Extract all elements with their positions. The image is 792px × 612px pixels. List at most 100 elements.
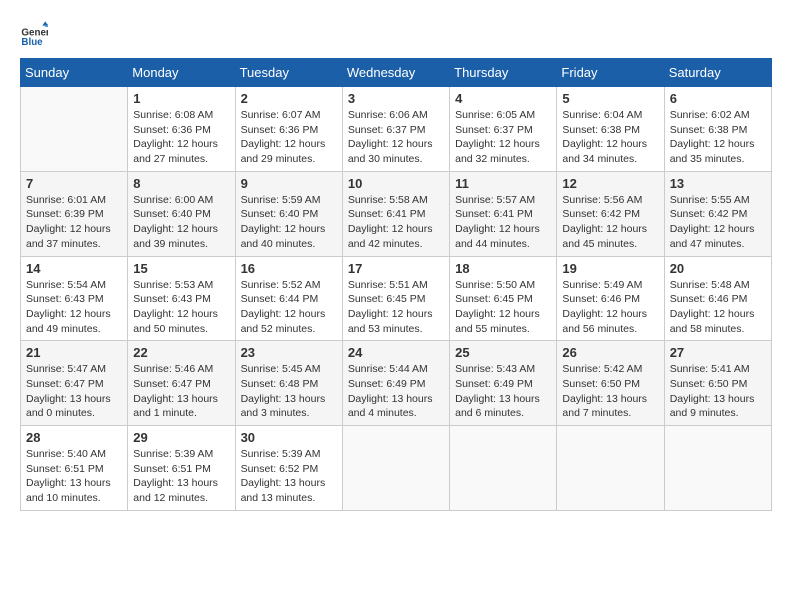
- day-info: Sunrise: 5:44 AM Sunset: 6:49 PM Dayligh…: [348, 362, 444, 421]
- day-info: Sunrise: 5:54 AM Sunset: 6:43 PM Dayligh…: [26, 278, 122, 337]
- day-info: Sunrise: 6:04 AM Sunset: 6:38 PM Dayligh…: [562, 108, 658, 167]
- weekday-header: Sunday: [21, 59, 128, 87]
- calendar-cell: 22 Sunrise: 5:46 AM Sunset: 6:47 PM Dayli…: [128, 341, 235, 426]
- calendar-cell: 6 Sunrise: 6:02 AM Sunset: 6:38 PM Daylig…: [664, 87, 771, 172]
- logo-icon: General Blue: [20, 20, 48, 48]
- day-number: 2: [241, 91, 337, 106]
- day-number: 8: [133, 176, 229, 191]
- calendar-cell: 10 Sunrise: 5:58 AM Sunset: 6:41 PM Dayli…: [342, 171, 449, 256]
- calendar-cell: 12 Sunrise: 5:56 AM Sunset: 6:42 PM Dayli…: [557, 171, 664, 256]
- day-info: Sunrise: 5:49 AM Sunset: 6:46 PM Dayligh…: [562, 278, 658, 337]
- day-number: 11: [455, 176, 551, 191]
- weekday-header: Tuesday: [235, 59, 342, 87]
- day-number: 27: [670, 345, 766, 360]
- day-number: 3: [348, 91, 444, 106]
- weekday-header: Wednesday: [342, 59, 449, 87]
- day-number: 4: [455, 91, 551, 106]
- day-info: Sunrise: 5:57 AM Sunset: 6:41 PM Dayligh…: [455, 193, 551, 252]
- day-info: Sunrise: 5:41 AM Sunset: 6:50 PM Dayligh…: [670, 362, 766, 421]
- weekday-header: Monday: [128, 59, 235, 87]
- day-info: Sunrise: 5:39 AM Sunset: 6:52 PM Dayligh…: [241, 447, 337, 506]
- day-info: Sunrise: 5:51 AM Sunset: 6:45 PM Dayligh…: [348, 278, 444, 337]
- calendar-cell: 30 Sunrise: 5:39 AM Sunset: 6:52 PM Dayli…: [235, 426, 342, 511]
- day-info: Sunrise: 5:46 AM Sunset: 6:47 PM Dayligh…: [133, 362, 229, 421]
- calendar-cell: 3 Sunrise: 6:06 AM Sunset: 6:37 PM Daylig…: [342, 87, 449, 172]
- day-info: Sunrise: 6:05 AM Sunset: 6:37 PM Dayligh…: [455, 108, 551, 167]
- calendar-cell: 15 Sunrise: 5:53 AM Sunset: 6:43 PM Dayli…: [128, 256, 235, 341]
- day-info: Sunrise: 5:56 AM Sunset: 6:42 PM Dayligh…: [562, 193, 658, 252]
- day-number: 17: [348, 261, 444, 276]
- day-number: 24: [348, 345, 444, 360]
- calendar-cell: 8 Sunrise: 6:00 AM Sunset: 6:40 PM Daylig…: [128, 171, 235, 256]
- day-number: 30: [241, 430, 337, 445]
- day-number: 6: [670, 91, 766, 106]
- calendar-cell: 14 Sunrise: 5:54 AM Sunset: 6:43 PM Dayli…: [21, 256, 128, 341]
- day-number: 10: [348, 176, 444, 191]
- calendar-cell: 18 Sunrise: 5:50 AM Sunset: 6:45 PM Dayli…: [450, 256, 557, 341]
- day-number: 19: [562, 261, 658, 276]
- day-info: Sunrise: 6:02 AM Sunset: 6:38 PM Dayligh…: [670, 108, 766, 167]
- calendar-cell: [21, 87, 128, 172]
- calendar-cell: 29 Sunrise: 5:39 AM Sunset: 6:51 PM Dayli…: [128, 426, 235, 511]
- calendar-cell: 28Sunrise: 5:40 AM Sunset: 6:51 PM Dayli…: [21, 426, 128, 511]
- day-number: 15: [133, 261, 229, 276]
- calendar-cell: 24 Sunrise: 5:44 AM Sunset: 6:49 PM Dayli…: [342, 341, 449, 426]
- weekday-header: Friday: [557, 59, 664, 87]
- day-number: 16: [241, 261, 337, 276]
- calendar-cell: [557, 426, 664, 511]
- day-info: Sunrise: 6:08 AM Sunset: 6:36 PM Dayligh…: [133, 108, 229, 167]
- day-number: 26: [562, 345, 658, 360]
- calendar-cell: 2 Sunrise: 6:07 AM Sunset: 6:36 PM Daylig…: [235, 87, 342, 172]
- day-info: Sunrise: 6:07 AM Sunset: 6:36 PM Dayligh…: [241, 108, 337, 167]
- day-number: 12: [562, 176, 658, 191]
- day-number: 5: [562, 91, 658, 106]
- day-info: Sunrise: 5:50 AM Sunset: 6:45 PM Dayligh…: [455, 278, 551, 337]
- calendar-cell: 11 Sunrise: 5:57 AM Sunset: 6:41 PM Dayli…: [450, 171, 557, 256]
- page-header: General Blue: [20, 20, 772, 48]
- logo: General Blue: [20, 20, 52, 48]
- day-info: Sunrise: 5:40 AM Sunset: 6:51 PM Dayligh…: [26, 447, 122, 506]
- day-info: Sunrise: 5:55 AM Sunset: 6:42 PM Dayligh…: [670, 193, 766, 252]
- day-info: Sunrise: 6:00 AM Sunset: 6:40 PM Dayligh…: [133, 193, 229, 252]
- calendar-cell: 16 Sunrise: 5:52 AM Sunset: 6:44 PM Dayli…: [235, 256, 342, 341]
- calendar-cell: 19 Sunrise: 5:49 AM Sunset: 6:46 PM Dayli…: [557, 256, 664, 341]
- calendar-cell: [342, 426, 449, 511]
- day-number: 22: [133, 345, 229, 360]
- calendar-cell: 23 Sunrise: 5:45 AM Sunset: 6:48 PM Dayli…: [235, 341, 342, 426]
- calendar-cell: 17 Sunrise: 5:51 AM Sunset: 6:45 PM Dayli…: [342, 256, 449, 341]
- calendar-cell: 27 Sunrise: 5:41 AM Sunset: 6:50 PM Dayli…: [664, 341, 771, 426]
- day-info: Sunrise: 6:06 AM Sunset: 6:37 PM Dayligh…: [348, 108, 444, 167]
- day-number: 1: [133, 91, 229, 106]
- day-number: 18: [455, 261, 551, 276]
- calendar-cell: [450, 426, 557, 511]
- weekday-header: Thursday: [450, 59, 557, 87]
- day-number: 20: [670, 261, 766, 276]
- calendar-cell: 5 Sunrise: 6:04 AM Sunset: 6:38 PM Daylig…: [557, 87, 664, 172]
- day-info: Sunrise: 5:48 AM Sunset: 6:46 PM Dayligh…: [670, 278, 766, 337]
- calendar-table: SundayMondayTuesdayWednesdayThursdayFrid…: [20, 58, 772, 511]
- day-number: 23: [241, 345, 337, 360]
- svg-text:Blue: Blue: [21, 37, 43, 48]
- day-info: Sunrise: 5:52 AM Sunset: 6:44 PM Dayligh…: [241, 278, 337, 337]
- calendar-cell: 26 Sunrise: 5:42 AM Sunset: 6:50 PM Dayli…: [557, 341, 664, 426]
- calendar-cell: 9 Sunrise: 5:59 AM Sunset: 6:40 PM Daylig…: [235, 171, 342, 256]
- day-info: Sunrise: 5:39 AM Sunset: 6:51 PM Dayligh…: [133, 447, 229, 506]
- calendar-cell: 13 Sunrise: 5:55 AM Sunset: 6:42 PM Dayli…: [664, 171, 771, 256]
- calendar-cell: 7Sunrise: 6:01 AM Sunset: 6:39 PM Daylig…: [21, 171, 128, 256]
- day-info: Sunrise: 5:42 AM Sunset: 6:50 PM Dayligh…: [562, 362, 658, 421]
- day-number: 7: [26, 176, 122, 191]
- day-number: 29: [133, 430, 229, 445]
- calendar-cell: [664, 426, 771, 511]
- day-info: Sunrise: 5:53 AM Sunset: 6:43 PM Dayligh…: [133, 278, 229, 337]
- day-number: 21: [26, 345, 122, 360]
- day-info: Sunrise: 5:45 AM Sunset: 6:48 PM Dayligh…: [241, 362, 337, 421]
- calendar-cell: 1 Sunrise: 6:08 AM Sunset: 6:36 PM Daylig…: [128, 87, 235, 172]
- day-number: 9: [241, 176, 337, 191]
- day-info: Sunrise: 5:59 AM Sunset: 6:40 PM Dayligh…: [241, 193, 337, 252]
- day-info: Sunrise: 5:58 AM Sunset: 6:41 PM Dayligh…: [348, 193, 444, 252]
- day-number: 14: [26, 261, 122, 276]
- day-info: Sunrise: 5:43 AM Sunset: 6:49 PM Dayligh…: [455, 362, 551, 421]
- weekday-header: Saturday: [664, 59, 771, 87]
- day-number: 13: [670, 176, 766, 191]
- calendar-cell: 25Sunrise: 5:43 AM Sunset: 6:49 PM Dayli…: [450, 341, 557, 426]
